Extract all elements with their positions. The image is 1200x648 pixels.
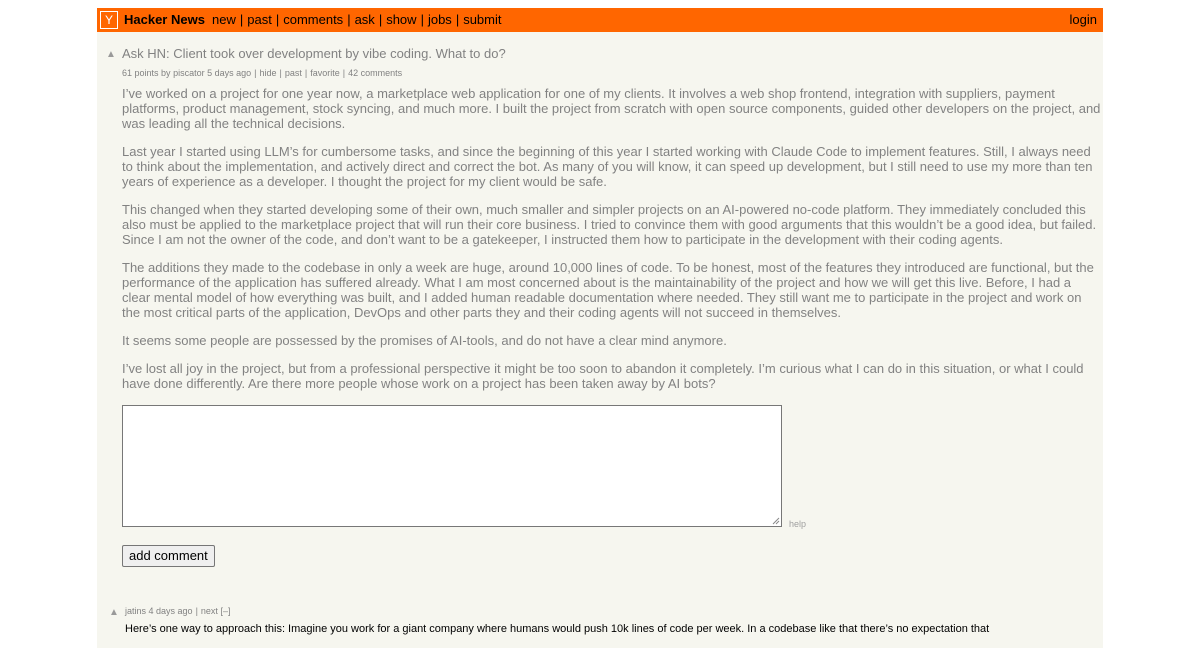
nav-comments[interactable]: comments [283, 12, 343, 27]
meta-separator: | [342, 68, 346, 78]
story-points: 61 points [122, 68, 159, 78]
nav-ask[interactable]: ask [355, 12, 375, 27]
site-name-link[interactable]: Hacker News [124, 12, 205, 28]
comment-textarea[interactable] [122, 405, 782, 527]
header-bar: Y Hacker News new | past | comments | ask | show… [97, 8, 1103, 32]
nav-separator: | [347, 12, 351, 27]
nav-past[interactable]: past [247, 12, 272, 27]
upvote-arrow-icon[interactable]: ▲ [109, 608, 119, 618]
story-paragraph: I’ve lost all joy in the project, but fr… [122, 361, 1084, 391]
resize-grip-icon[interactable] [772, 517, 780, 525]
add-comment-button[interactable]: add comment [122, 545, 215, 567]
story-paragraph: Last year I started using LLM’s for cumb… [122, 144, 1093, 189]
nav-separator: | [275, 12, 280, 27]
page-container: Y Hacker News new | past | comments | ask | show… [97, 8, 1103, 648]
meta-separator: | [279, 68, 282, 78]
story-paragraph: I’ve worked on a project for one year no… [122, 86, 1101, 131]
meta-separator: | [195, 606, 198, 616]
past-link[interactable]: past [285, 68, 302, 78]
hide-link[interactable]: hide [260, 68, 277, 78]
login-link[interactable]: login [1070, 12, 1097, 28]
story-paragraph: It seems some people are possessed by th… [122, 333, 727, 348]
nav-separator: | [239, 12, 244, 27]
nav-new[interactable]: new [212, 12, 236, 27]
nav-submit[interactable]: submit [463, 12, 501, 27]
nav-separator: | [378, 12, 383, 27]
nav-separator: | [455, 12, 460, 27]
meta-separator: | [304, 68, 308, 78]
nav-show[interactable]: show [386, 12, 416, 27]
comment-user-link[interactable]: jatins [125, 606, 146, 616]
top-nav: new | past | comments | ask | show | jobs | submit [212, 12, 502, 28]
story-user-link[interactable]: piscator [173, 68, 205, 78]
story-body: I’ve worked on a project for one year no… [122, 86, 1102, 404]
nav-jobs[interactable]: jobs [428, 12, 452, 27]
comment-collapse-toggle[interactable]: [–] [220, 606, 230, 616]
comments-count-link[interactable]: 42 comments [348, 68, 402, 78]
upvote-arrow-icon[interactable]: ▲ [106, 50, 116, 60]
comment-age-link[interactable]: 4 days ago [149, 606, 193, 616]
comment-next-link[interactable]: next [201, 606, 218, 616]
story-subtext: 61 points by piscator 5 days ago | hide | pa… [122, 68, 402, 79]
comment-meta: jatins 4 days ago | next [–] [125, 606, 230, 617]
story-paragraph: This changed when they started developin… [122, 202, 1097, 247]
story-age-link[interactable]: 5 days ago [207, 68, 251, 78]
meta-separator: | [254, 68, 257, 78]
story-paragraph: The additions they made to the codebase … [122, 260, 1094, 320]
story-by-label: by [161, 68, 171, 78]
nav-separator: | [420, 12, 424, 27]
formatting-help-link[interactable]: help [789, 519, 806, 529]
hn-logo[interactable]: Y [100, 11, 118, 29]
favorite-link[interactable]: favorite [310, 68, 340, 78]
story-title[interactable]: Ask HN: Client took over development by … [122, 46, 506, 62]
